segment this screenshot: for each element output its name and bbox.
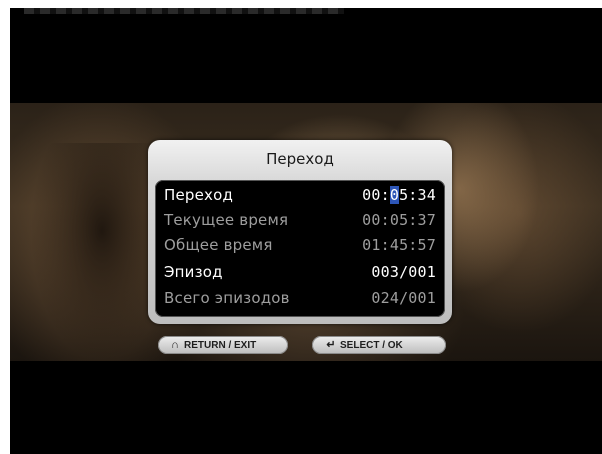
goto-time-input[interactable]: 00:05:34 xyxy=(362,183,436,207)
goto-time-post: 5:34 xyxy=(399,186,436,204)
total-time-value: 01:45:57 xyxy=(362,236,436,254)
episode-row[interactable]: Эпизод 003/001 xyxy=(164,260,436,284)
current-time-value: 00:05:37 xyxy=(362,211,436,229)
goto-dialog: Переход Переход 00:05:34 Текущее время 0… xyxy=(148,140,452,324)
dialog-title: Переход xyxy=(266,150,334,168)
current-time-row: Текущее время 00:05:37 xyxy=(164,208,436,232)
total-time-label: Общее время xyxy=(164,236,273,254)
total-episodes-value: 024/001 xyxy=(371,289,436,307)
episode-label: Эпизод xyxy=(164,263,223,281)
goto-time-pre: 00: xyxy=(362,186,390,204)
return-exit-label: RETURN / EXIT xyxy=(184,340,257,351)
total-time-row: Общее время 01:45:57 xyxy=(164,233,436,257)
episode-value[interactable]: 003/001 xyxy=(371,260,436,284)
enter-arrow-icon: ↵ xyxy=(326,339,336,351)
total-episodes-label: Всего эпизодов xyxy=(164,289,290,307)
select-ok-button[interactable]: ↵ SELECT / OK xyxy=(312,336,446,354)
goto-time-label: Переход xyxy=(164,186,234,204)
current-time-label: Текущее время xyxy=(164,211,289,229)
video-silhouette xyxy=(30,143,150,361)
dialog-body: Переход 00:05:34 Текущее время 00:05:37 … xyxy=(155,180,445,317)
goto-time-cursor[interactable]: 0 xyxy=(389,186,400,204)
return-exit-button[interactable]: ∩ RETURN / EXIT xyxy=(158,336,288,354)
top-strip xyxy=(24,8,344,14)
total-episodes-row: Всего эпизодов 024/001 xyxy=(164,286,436,310)
goto-time-row[interactable]: Переход 00:05:34 xyxy=(164,183,436,207)
return-arrow-icon: ∩ xyxy=(171,339,179,351)
select-ok-label: SELECT / OK xyxy=(340,340,403,351)
